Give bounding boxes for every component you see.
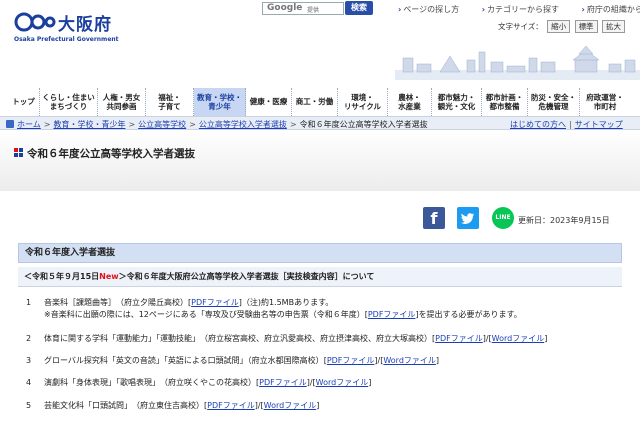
section-heading: 令和６年度入学者選抜 — [18, 243, 622, 263]
logo-name: 大阪府 — [58, 15, 112, 35]
facebook-icon: f — [430, 209, 438, 228]
word-link[interactable]: Wordファイル — [383, 356, 436, 365]
breadcrumb-separator: > — [189, 120, 196, 129]
search-input[interactable]: Google 提供 — [262, 2, 344, 15]
word-link[interactable]: Wordファイル — [316, 378, 369, 387]
osaka-emblem-icon — [14, 12, 56, 32]
search-provider-label: 提供 — [307, 7, 320, 14]
sitemap-link[interactable]: サイトマップ — [575, 120, 623, 129]
chevron-right-icon: › — [481, 5, 485, 14]
text-size-control: 文字サイズ： 縮小 標準 拡大 — [498, 20, 625, 33]
nav-administration[interactable]: 府政運営・ 市町村 — [580, 88, 630, 116]
line-share-button[interactable]: LINE — [492, 207, 514, 229]
nav-commerce[interactable]: 商工・労働 — [292, 88, 338, 116]
top-link-organization[interactable]: ›府庁の組織から探す — [582, 5, 640, 14]
item-text: 演劇科「身体表現」「歌唱表現」 （府立咲くやこの花高校） — [44, 378, 256, 387]
item-number: 3 — [26, 356, 32, 365]
note-text: ※音楽科に出願の際には、12ページにある「専攻及び受験曲名等の申告票（令和６年度… — [44, 310, 365, 319]
text-size-standard-button[interactable]: 標準 — [574, 20, 598, 33]
item-text: 音楽科［課題曲等］ （府立夕陽丘高校） — [44, 298, 188, 307]
top-link-how-to-find[interactable]: › ページの探し方 — [398, 5, 469, 14]
breadcrumb-separator: > — [289, 120, 297, 129]
item-size-note: （注)約1.5MBあります。 — [241, 298, 334, 307]
nav-tourism[interactable]: 都市魅力・ 観光・文化 — [432, 88, 482, 116]
breadcrumb-admission[interactable]: 公立高等学校入学者選抜 — [199, 120, 287, 129]
nav-disaster[interactable]: 防災・安全・ 危機管理 — [528, 88, 580, 116]
breadcrumb-separator: > — [128, 120, 136, 129]
nav-welfare[interactable]: 福祉・ 子育て — [146, 88, 194, 116]
note-text-suffix: を提出する必要があります。 — [418, 310, 522, 319]
top-link-label: 府庁の組織から探す — [586, 5, 640, 14]
global-nav: トップ くらし・住まい まちづくり 人権・男女 共同参画 福祉・ 子育て 教育・… — [8, 88, 640, 116]
pdf-link[interactable]: PDFファイル — [327, 356, 375, 365]
nav-education[interactable]: 教育・学校・ 青少年 — [194, 88, 246, 116]
top-links: ›ページの探し方 ›カテゴリーから探す ›府庁の組織から探す — [398, 4, 640, 15]
logo-english-name: Osaka Prefectural Government — [14, 36, 119, 43]
item-body: 音楽科［課題曲等］ （府立夕陽丘高校）[PDFファイル]（注)約1.5MBありま… — [44, 298, 522, 319]
item-body: 芸能文化科「口頭試問」 （府立東住吉高校）[PDFファイル]/[Wordファイル… — [44, 401, 320, 410]
item-body: グローバル探究科「英文の音読」「英語による口頭試問」（府立水都国際高校）[PDF… — [44, 356, 440, 365]
chevron-right-icon: › — [398, 5, 402, 14]
nav-top[interactable]: トップ — [8, 88, 40, 116]
item-body: 体育に関する学科「運動能力」「運動技能」 （府立桜宮高校、府立汎愛高校、府立摂津… — [44, 334, 548, 343]
facebook-share-button[interactable]: f — [423, 207, 445, 229]
twitter-share-button[interactable] — [457, 207, 479, 229]
osaka-logo[interactable]: 大阪府 Osaka Prefectural Government — [14, 6, 124, 46]
breadcrumb: ホーム > 教育・学校・青少年 > 公立高等学校 > 公立高等学校入学者選抜 > 令和６年度公立… — [0, 116, 640, 130]
sub-heading: ＜令和５年９月15日New＞令和６年度大阪府公立高等学校入学者選抜［実技検査内容… — [18, 267, 622, 287]
nav-agriculture[interactable]: 農林・ 水産業 — [388, 88, 432, 116]
sub-heading-title: ＞令和６年度大阪府公立高等学校入学者選抜［実技検査内容］について — [118, 272, 375, 281]
twitter-bird-icon — [461, 213, 474, 224]
title-band — [0, 131, 640, 191]
breadcrumb-separator: > — [43, 120, 51, 129]
note-pdf-link[interactable]: PDFファイル — [368, 310, 416, 319]
word-link[interactable]: Wordファイル — [492, 334, 545, 343]
updated-date: 更新日：2023年9月15日 — [518, 216, 610, 225]
top-link-label: カテゴリーから探す — [486, 5, 559, 14]
page-title: 令和６年度公立高等学校入学者選抜 — [27, 148, 195, 160]
breadcrumb-public-high-school[interactable]: 公立高等学校 — [138, 120, 186, 129]
nav-urban-planning[interactable]: 都市計画・ 都市整備 — [482, 88, 528, 116]
top-link-label: ページの探し方 — [403, 5, 460, 14]
new-badge: New — [99, 272, 119, 281]
item-body: 演劇科「身体表現」「歌唱表現」 （府立咲くやこの花高校）[PDFファイル]/[W… — [44, 378, 372, 387]
text-size-large-button[interactable]: 拡大 — [601, 20, 625, 33]
item-text: 体育に関する学科「運動能力」「運動技能」 （府立桜宮高校、府立汎愛高校、府立摂津… — [44, 334, 432, 343]
home-icon — [6, 120, 14, 128]
pdf-link[interactable]: PDFファイル — [435, 334, 483, 343]
first-visit-link[interactable]: はじめての方へ — [510, 120, 566, 129]
top-link-category[interactable]: › カテゴリーから探す — [482, 5, 569, 14]
breadcrumb-current: 令和６年度公立高等学校入学者選抜 — [299, 120, 428, 129]
word-link[interactable]: Wordファイル — [264, 401, 317, 410]
title-bullet-icon — [14, 148, 24, 158]
nav-living[interactable]: くらし・住まい まちづくり — [40, 88, 98, 116]
nav-human-rights[interactable]: 人権・男女 共同参画 — [98, 88, 146, 116]
search-button[interactable]: 検索 — [345, 1, 373, 15]
search-engine-label: Google — [267, 3, 303, 13]
item-number: 5 — [26, 401, 32, 410]
item-number: 4 — [26, 378, 32, 387]
sub-heading-date: ＜令和５年９月15日 — [24, 272, 100, 281]
item-number: 1 — [26, 298, 32, 307]
pdf-link[interactable]: PDFファイル — [207, 401, 255, 410]
breadcrumb-home[interactable]: ホーム — [17, 120, 41, 129]
separator: | — [569, 120, 572, 129]
text-size-small-button[interactable]: 縮小 — [547, 20, 571, 33]
pdf-link[interactable]: PDFファイル — [191, 298, 239, 307]
site-header: 大阪府 Osaka Prefectural Government Google … — [0, 0, 640, 86]
item-text: 芸能文化科「口頭試問」 （府立東住吉高校） — [44, 401, 204, 410]
city-skyline-illustration — [395, 45, 640, 80]
item-text: グローバル探究科「英文の音読」「英語による口頭試問」（府立水都国際高校） — [44, 356, 324, 365]
nav-environment[interactable]: 環境・ リサイクル — [338, 88, 388, 116]
item-number: 2 — [26, 334, 32, 343]
nav-health[interactable]: 健康・医療 — [246, 88, 292, 116]
pdf-link[interactable]: PDFファイル — [259, 378, 307, 387]
chevron-right-icon: › — [581, 5, 585, 14]
line-icon: LINE — [495, 214, 511, 221]
text-size-label: 文字サイズ： — [498, 22, 543, 31]
item-note: ※音楽科に出願の際には、12ページにある「専攻及び受験曲名等の申告票（令和６年度… — [44, 310, 522, 319]
breadcrumb-education[interactable]: 教育・学校・青少年 — [53, 120, 125, 129]
